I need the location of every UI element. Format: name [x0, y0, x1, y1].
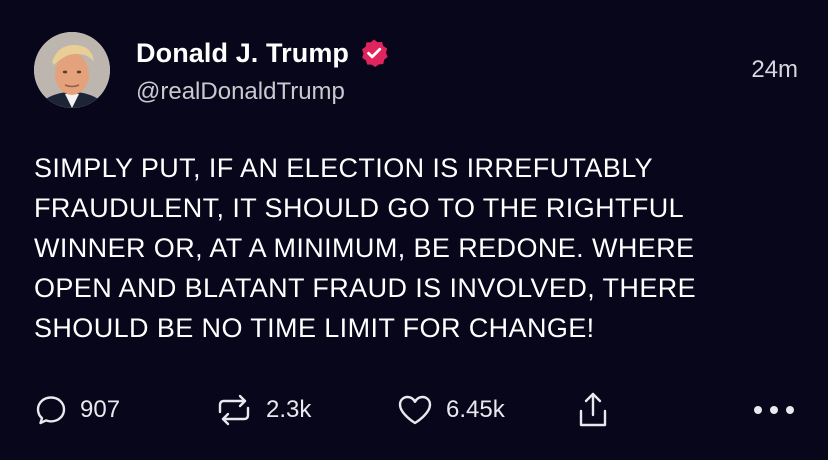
- repost-button[interactable]: 2.3k: [214, 388, 311, 432]
- author-row: Donald J. Trump: [136, 36, 389, 70]
- post-card: Donald J. Trump @realDonaldTrump 24m SIM…: [0, 0, 828, 460]
- avatar[interactable]: [34, 32, 110, 108]
- reply-button[interactable]: 907: [34, 388, 120, 432]
- heart-icon: [398, 395, 432, 425]
- avatar-image: [34, 32, 110, 108]
- reply-count: 907: [80, 396, 121, 423]
- like-button[interactable]: 6.45k: [396, 388, 505, 432]
- post-actions-bar: 907 2.3k 6.45k: [0, 388, 828, 432]
- repost-arrows-icon: [218, 394, 250, 426]
- author-handle[interactable]: @realDonaldTrump: [136, 78, 345, 106]
- more-options-button[interactable]: [752, 388, 796, 432]
- speech-bubble-icon: [36, 396, 66, 425]
- post-timestamp[interactable]: 24m: [751, 56, 798, 84]
- verified-badge-icon: [362, 39, 388, 67]
- like-count: 6.45k: [446, 396, 505, 423]
- share-button[interactable]: [576, 388, 610, 432]
- author-display-name[interactable]: Donald J. Trump: [136, 38, 349, 69]
- post-body-text: SIMPLY PUT, IF AN ELECTION IS IRREFUTABL…: [34, 153, 697, 343]
- more-dots-icon: [754, 406, 794, 414]
- repost-count: 2.3k: [266, 396, 312, 423]
- share-icon: [579, 392, 607, 427]
